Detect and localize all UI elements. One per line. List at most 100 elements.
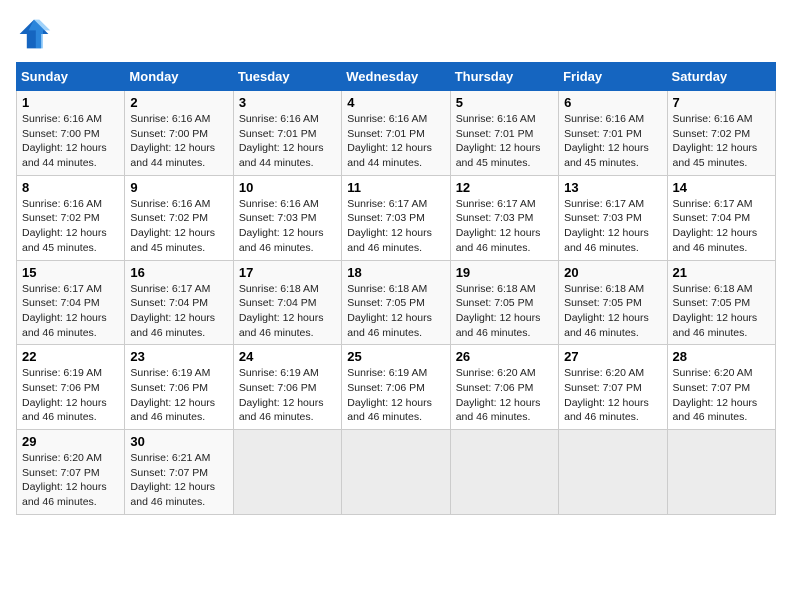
column-header-tuesday: Tuesday [233,63,341,91]
calendar-cell: 6 Sunrise: 6:16 AM Sunset: 7:01 PM Daylig… [559,91,667,176]
day-number: 10 [239,180,336,195]
calendar-cell: 4 Sunrise: 6:16 AM Sunset: 7:01 PM Daylig… [342,91,450,176]
week-row-3: 15 Sunrise: 6:17 AM Sunset: 7:04 PM Dayli… [17,260,776,345]
day-number: 12 [456,180,553,195]
day-info: Sunrise: 6:16 AM Sunset: 7:03 PM Dayligh… [239,197,336,256]
day-number: 3 [239,95,336,110]
column-header-wednesday: Wednesday [342,63,450,91]
calendar-cell: 19Sunrise: 6:18 AM Sunset: 7:05 PM Dayli… [450,260,558,345]
day-number: 5 [456,95,553,110]
calendar-cell [667,430,775,515]
day-number: 30 [130,434,227,449]
calendar-cell: 25 Sunrise: 6:19 AM Sunset: 7:06 PM Dayli… [342,345,450,430]
day-info: Sunrise: 6:20 AM Sunset: 7:07 PM Dayligh… [564,366,661,425]
calendar-cell: 21 Sunrise: 6:18 AM Sunset: 7:05 PM Dayli… [667,260,775,345]
day-info: Sunrise: 6:18 AM Sunset: 7:05 PM Dayligh… [347,282,444,341]
calendar-cell: 20 Sunrise: 6:18 AM Sunset: 7:05 PM Dayli… [559,260,667,345]
calendar-cell [450,430,558,515]
calendar-cell: 17 Sunrise: 6:18 AM Sunset: 7:04 PM Dayli… [233,260,341,345]
day-number: 25 [347,349,444,364]
calendar-cell [233,430,341,515]
day-number: 14 [673,180,770,195]
day-info: Sunrise: 6:16 AM Sunset: 7:02 PM Dayligh… [22,197,119,256]
calendar-cell: 10 Sunrise: 6:16 AM Sunset: 7:03 PM Dayli… [233,175,341,260]
day-number: 6 [564,95,661,110]
day-info: Sunrise: 6:17 AM Sunset: 7:04 PM Dayligh… [22,282,119,341]
day-info: Sunrise: 6:19 AM Sunset: 7:06 PM Dayligh… [347,366,444,425]
day-number: 26 [456,349,553,364]
day-number: 24 [239,349,336,364]
calendar-cell: 11Sunrise: 6:17 AM Sunset: 7:03 PM Dayli… [342,175,450,260]
calendar-cell: 15 Sunrise: 6:17 AM Sunset: 7:04 PM Dayli… [17,260,125,345]
day-number: 20 [564,265,661,280]
calendar-cell: 3Sunrise: 6:16 AM Sunset: 7:01 PM Daylig… [233,91,341,176]
logo [16,16,56,52]
day-info: Sunrise: 6:16 AM Sunset: 7:01 PM Dayligh… [347,112,444,171]
day-number: 4 [347,95,444,110]
calendar-cell: 24 Sunrise: 6:19 AM Sunset: 7:06 PM Dayli… [233,345,341,430]
day-number: 17 [239,265,336,280]
calendar-cell: 23 Sunrise: 6:19 AM Sunset: 7:06 PM Dayli… [125,345,233,430]
calendar-cell [559,430,667,515]
day-info: Sunrise: 6:19 AM Sunset: 7:06 PM Dayligh… [239,366,336,425]
column-header-thursday: Thursday [450,63,558,91]
day-info: Sunrise: 6:18 AM Sunset: 7:05 PM Dayligh… [673,282,770,341]
calendar-cell: 13Sunrise: 6:17 AM Sunset: 7:03 PM Dayli… [559,175,667,260]
day-info: Sunrise: 6:18 AM Sunset: 7:04 PM Dayligh… [239,282,336,341]
column-header-sunday: Sunday [17,63,125,91]
day-number: 18 [347,265,444,280]
calendar-cell: 9 Sunrise: 6:16 AM Sunset: 7:02 PM Daylig… [125,175,233,260]
day-info: Sunrise: 6:20 AM Sunset: 7:07 PM Dayligh… [673,366,770,425]
calendar-table: SundayMondayTuesdayWednesdayThursdayFrid… [16,62,776,515]
calendar-header: SundayMondayTuesdayWednesdayThursdayFrid… [17,63,776,91]
day-info: Sunrise: 6:17 AM Sunset: 7:04 PM Dayligh… [673,197,770,256]
day-number: 8 [22,180,119,195]
calendar-cell: 1Sunrise: 6:16 AM Sunset: 7:00 PM Daylig… [17,91,125,176]
day-number: 1 [22,95,119,110]
day-info: Sunrise: 6:19 AM Sunset: 7:06 PM Dayligh… [22,366,119,425]
calendar-cell: 12 Sunrise: 6:17 AM Sunset: 7:03 PM Dayli… [450,175,558,260]
day-info: Sunrise: 6:19 AM Sunset: 7:06 PM Dayligh… [130,366,227,425]
day-number: 13 [564,180,661,195]
calendar-cell: 18 Sunrise: 6:18 AM Sunset: 7:05 PM Dayli… [342,260,450,345]
calendar-cell: 28 Sunrise: 6:20 AM Sunset: 7:07 PM Dayli… [667,345,775,430]
calendar-cell [342,430,450,515]
day-number: 28 [673,349,770,364]
day-info: Sunrise: 6:20 AM Sunset: 7:06 PM Dayligh… [456,366,553,425]
week-row-2: 8 Sunrise: 6:16 AM Sunset: 7:02 PM Daylig… [17,175,776,260]
day-number: 22 [22,349,119,364]
calendar-cell: 27Sunrise: 6:20 AM Sunset: 7:07 PM Dayli… [559,345,667,430]
header-row: SundayMondayTuesdayWednesdayThursdayFrid… [17,63,776,91]
day-number: 7 [673,95,770,110]
day-info: Sunrise: 6:18 AM Sunset: 7:05 PM Dayligh… [456,282,553,341]
calendar-cell: 8 Sunrise: 6:16 AM Sunset: 7:02 PM Daylig… [17,175,125,260]
day-info: Sunrise: 6:16 AM Sunset: 7:02 PM Dayligh… [673,112,770,171]
calendar-cell: 14 Sunrise: 6:17 AM Sunset: 7:04 PM Dayli… [667,175,775,260]
day-info: Sunrise: 6:17 AM Sunset: 7:04 PM Dayligh… [130,282,227,341]
day-number: 11 [347,180,444,195]
day-number: 23 [130,349,227,364]
day-info: Sunrise: 6:20 AM Sunset: 7:07 PM Dayligh… [22,451,119,510]
week-row-5: 29 Sunrise: 6:20 AM Sunset: 7:07 PM Dayli… [17,430,776,515]
day-number: 2 [130,95,227,110]
calendar-body: 1 Sunrise: 6:16 AM Sunset: 7:00 PM Daylig… [17,91,776,515]
column-header-monday: Monday [125,63,233,91]
day-info: Sunrise: 6:17 AM Sunset: 7:03 PM Dayligh… [456,197,553,256]
day-number: 21 [673,265,770,280]
calendar-cell: 16Sunrise: 6:17 AM Sunset: 7:04 PM Dayli… [125,260,233,345]
calendar-cell: 29 Sunrise: 6:20 AM Sunset: 7:07 PM Dayli… [17,430,125,515]
day-info: Sunrise: 6:16 AM Sunset: 7:01 PM Dayligh… [564,112,661,171]
calendar-cell: 7 Sunrise: 6:16 AM Sunset: 7:02 PM Daylig… [667,91,775,176]
calendar-cell: 26 Sunrise: 6:20 AM Sunset: 7:06 PM Dayli… [450,345,558,430]
day-info: Sunrise: 6:16 AM Sunset: 7:02 PM Dayligh… [130,197,227,256]
column-header-saturday: Saturday [667,63,775,91]
day-number: 29 [22,434,119,449]
logo-icon [16,16,52,52]
day-number: 15 [22,265,119,280]
day-info: Sunrise: 6:16 AM Sunset: 7:00 PM Dayligh… [130,112,227,171]
calendar-cell: 30Sunrise: 6:21 AM Sunset: 7:07 PM Dayli… [125,430,233,515]
day-info: Sunrise: 6:18 AM Sunset: 7:05 PM Dayligh… [564,282,661,341]
calendar-cell: 5Sunrise: 6:16 AM Sunset: 7:01 PM Daylig… [450,91,558,176]
day-number: 9 [130,180,227,195]
calendar-cell: 2 Sunrise: 6:16 AM Sunset: 7:00 PM Daylig… [125,91,233,176]
